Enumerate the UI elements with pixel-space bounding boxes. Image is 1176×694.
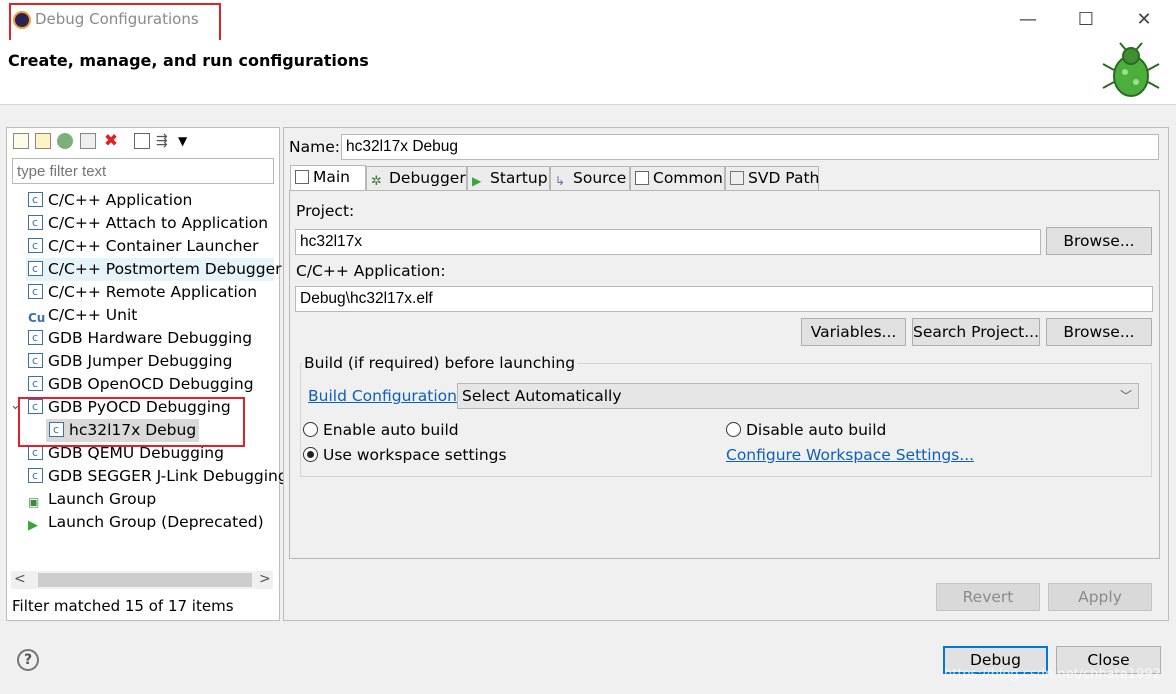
- delete-config-icon[interactable]: ✖: [103, 133, 119, 150]
- tree-item-c-remote[interactable]: C/C++ Remote Application: [28, 280, 257, 304]
- build-config-select[interactable]: Select Automatically ﹀: [457, 383, 1139, 409]
- revert-button[interactable]: Revert: [936, 583, 1040, 611]
- watermark-text: https://blog.csdn.net/chhate1992: [944, 667, 1161, 682]
- c-config-icon: [28, 372, 43, 395]
- tree-item-c-attach[interactable]: C/C++ Attach to Application: [28, 211, 268, 235]
- tree-item-launch-group[interactable]: ▣ Launch Group: [28, 488, 156, 511]
- maximize-button[interactable]: ☐: [1074, 8, 1098, 32]
- app-browse-button[interactable]: Browse...: [1046, 318, 1152, 346]
- c-config-icon: [28, 188, 43, 211]
- pyocd-highlight-box: [18, 397, 245, 447]
- disable-auto-build-radio[interactable]: Disable auto build: [726, 421, 886, 439]
- tree-item-gdb-jumper[interactable]: GDB Jumper Debugging: [28, 349, 232, 373]
- tree-item-gdb-hardware[interactable]: GDB Hardware Debugging: [28, 326, 252, 350]
- c-config-icon: [28, 326, 43, 349]
- app-label: C/C++ Application:: [296, 262, 446, 280]
- tab-svd-path[interactable]: SVD Path: [725, 166, 819, 190]
- chevron-down-icon: ﹀: [1119, 389, 1132, 403]
- project-browse-button[interactable]: Browse...: [1046, 227, 1152, 255]
- launch-group-icon: ▣: [28, 495, 40, 509]
- c-config-icon: [28, 211, 43, 234]
- c-config-icon: [28, 349, 43, 372]
- c-config-icon: [28, 464, 43, 487]
- debugger-tab-icon: ✲: [371, 174, 382, 189]
- debug-bug-icon: [1102, 42, 1160, 97]
- project-label: Project:: [296, 202, 355, 220]
- main-tab-icon: [295, 170, 309, 184]
- c-config-icon: [28, 441, 43, 464]
- cunit-icon: Cu: [28, 311, 46, 325]
- build-config-link[interactable]: Build Configuration:: [308, 387, 462, 405]
- duplicate-config-icon[interactable]: [80, 133, 96, 149]
- tree-item-gdb-openocd[interactable]: GDB OpenOCD Debugging: [28, 372, 254, 396]
- export-config-icon[interactable]: [57, 133, 73, 149]
- svd-tab-icon: [730, 171, 744, 185]
- configure-workspace-link[interactable]: Configure Workspace Settings...: [726, 446, 974, 464]
- name-input[interactable]: [341, 134, 1159, 160]
- build-group-label: Build (if required) before launching: [302, 354, 578, 372]
- app-input[interactable]: [295, 286, 1153, 312]
- tree-item-launch-group-deprecated[interactable]: ▶ Launch Group (Deprecated): [28, 511, 264, 534]
- variables-button[interactable]: Variables...: [801, 318, 906, 346]
- run-arrow-icon: ▶: [28, 518, 38, 533]
- radio-icon: [726, 422, 741, 437]
- tree-item-c-application[interactable]: C/C++ Application: [28, 188, 192, 212]
- tab-source[interactable]: ↳ Source: [550, 166, 630, 190]
- close-window-button[interactable]: ✕: [1132, 8, 1156, 32]
- tree-item-c-postmortem[interactable]: C/C++ Postmortem Debugger: [26, 257, 282, 281]
- tab-debugger[interactable]: ✲ Debugger: [366, 166, 467, 190]
- c-config-icon: [28, 257, 43, 280]
- scroll-left-arrow[interactable]: <: [14, 571, 26, 587]
- use-workspace-radio[interactable]: Use workspace settings: [303, 446, 507, 464]
- project-input[interactable]: [295, 229, 1041, 255]
- radio-icon: [303, 422, 318, 437]
- title-highlight-box: [9, 3, 221, 44]
- filter-status-text: Filter matched 15 of 17 items: [12, 597, 234, 615]
- search-project-button[interactable]: Search Project...: [912, 318, 1040, 346]
- tree-item-c-container[interactable]: C/C++ Container Launcher: [28, 234, 258, 258]
- help-icon[interactable]: ?: [17, 649, 39, 671]
- new-config-icon[interactable]: [13, 133, 29, 149]
- dialog-header: [0, 40, 1176, 105]
- apply-button[interactable]: Apply: [1048, 583, 1152, 611]
- source-tab-icon: ↳: [555, 174, 566, 188]
- filter-input[interactable]: [12, 158, 274, 184]
- enable-auto-build-radio[interactable]: Enable auto build: [303, 421, 459, 439]
- tree-item-c-unit[interactable]: Cu C/C++ Unit: [28, 304, 137, 327]
- header-title: Create, manage, and run configurations: [8, 51, 369, 70]
- view-menu-icon[interactable]: ▼: [178, 133, 194, 149]
- tab-startup[interactable]: ▶ Startup: [467, 166, 550, 190]
- tab-main[interactable]: Main: [290, 165, 366, 191]
- filter-config-icon[interactable]: ⇶: [156, 133, 172, 149]
- tree-item-gdb-segger[interactable]: GDB SEGGER J-Link Debugging: [28, 464, 288, 488]
- radio-selected-icon: [303, 447, 318, 462]
- scroll-thumb[interactable]: [38, 573, 252, 587]
- collapse-all-icon[interactable]: [134, 133, 150, 149]
- scroll-right-arrow[interactable]: >: [259, 571, 271, 587]
- name-label: Name:: [289, 138, 340, 156]
- c-config-icon: [28, 280, 43, 303]
- c-config-icon: [28, 234, 43, 257]
- startup-tab-icon: ▶: [472, 174, 482, 188]
- minimize-button[interactable]: —: [1016, 8, 1040, 32]
- common-tab-icon: [635, 171, 649, 185]
- new-prototype-icon[interactable]: [35, 133, 51, 149]
- tab-common[interactable]: Common: [630, 166, 725, 190]
